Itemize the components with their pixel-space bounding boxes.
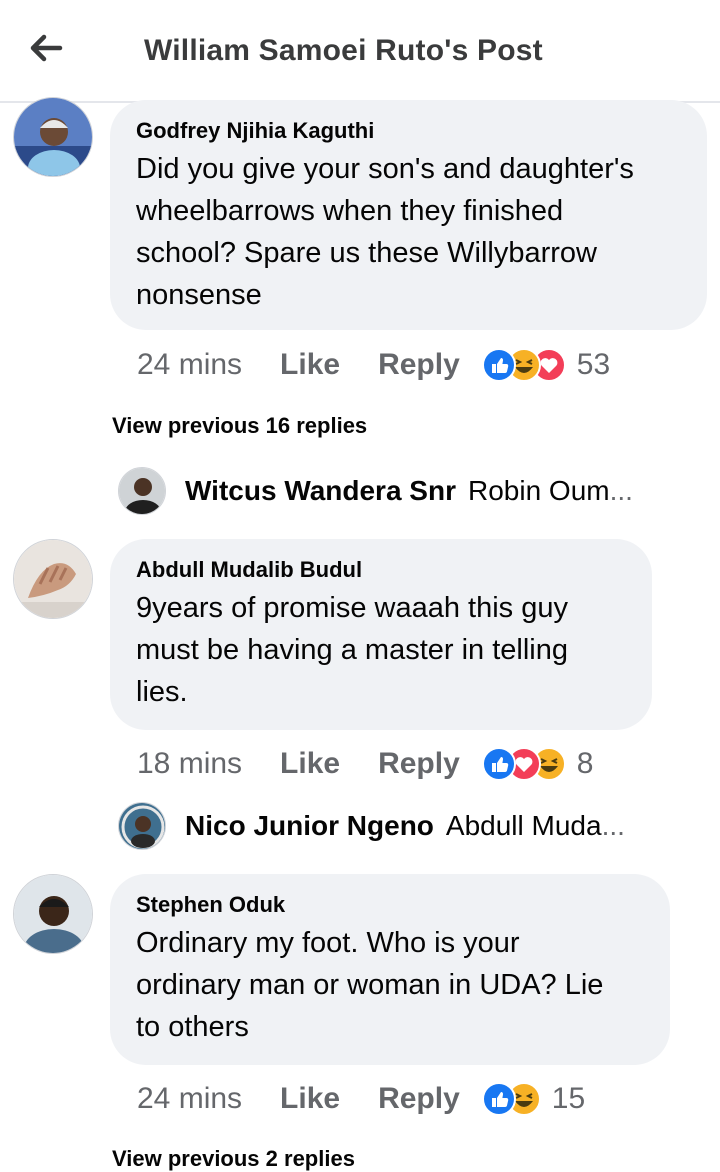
reply-preview[interactable]: Nico Junior Ngeno Abdull Muda ... [118,801,698,851]
comment-line: ordinary man or woman in UDA? Lie [136,969,604,1001]
comment-line: must be having a master in telling [136,634,568,666]
comment-author[interactable]: Godfrey Njihia Kaguthi [136,118,683,144]
page-title: William Samoei Ruto's Post [144,34,543,67]
comment-line: to others [136,1011,249,1043]
comment-timestamp: 24 mins [137,1082,243,1115]
comment-bubble: Stephen Oduk Ordinary my foot. Who is yo… [110,874,670,1065]
reply-button[interactable]: Reply [378,348,460,382]
comment-line: wheelbarrows when they finished [136,195,564,227]
reply-preview[interactable]: Witcus Wandera Snr Robin Oum ... [118,466,698,516]
comment-text: Did you give your son's and daughter's w… [136,148,683,316]
like-reaction-icon [481,747,516,781]
comment-bubble: Godfrey Njihia Kaguthi Did you give your… [110,100,707,330]
comment-bubble: Abdull Mudalib Budul 9years of promise w… [110,539,652,730]
reply-author[interactable]: Witcus Wandera Snr [185,475,456,507]
comment-line: lies. [136,676,188,708]
view-previous-replies[interactable]: View previous 16 replies [112,413,367,439]
ellipsis: ... [609,475,633,506]
reply-snippet: Robin Oum [467,475,610,506]
comment-timestamp: 24 mins [137,348,243,381]
avatar[interactable] [13,97,93,177]
like-button[interactable]: Like [280,348,340,382]
avatar [118,802,166,850]
reactions-summary[interactable] [481,747,566,781]
comment-line: Ordinary my foot. Who is your [136,927,520,959]
comment-text: Ordinary my foot. Who is your ordinary m… [136,922,646,1048]
comment-text: 9years of promise waaah this guy must be… [136,587,628,713]
like-reaction-icon [481,1082,516,1116]
like-button[interactable]: Like [280,1082,340,1116]
comment-actions: 18 mins Like Reply 8 [137,744,593,784]
reactions-summary[interactable] [481,348,566,382]
view-previous-replies[interactable]: View previous 2 replies [112,1146,355,1172]
reply-button[interactable]: Reply [378,747,460,781]
comment-actions: 24 mins Like Reply 53 [137,345,610,385]
like-button[interactable]: Like [280,747,340,781]
comment-line: Did you give your son's and daughter's [136,153,634,185]
reactions-summary[interactable] [481,1082,541,1116]
reply-snippet: Abdull Muda [445,810,602,841]
reaction-count[interactable]: 15 [552,1082,585,1116]
comment-line: school? Spare us these Willybarrow [136,237,597,269]
reply-author[interactable]: Nico Junior Ngeno [185,810,434,842]
comment-line: 9years of promise waaah this guy [136,592,568,624]
comment-author[interactable]: Abdull Mudalib Budul [136,557,628,583]
avatar[interactable] [13,874,93,954]
like-reaction-icon [481,348,516,382]
reaction-count[interactable]: 8 [577,747,594,781]
comment-line: nonsense [136,279,262,311]
post-header: William Samoei Ruto's Post [0,0,720,103]
reaction-count[interactable]: 53 [577,348,610,382]
comment-author[interactable]: Stephen Oduk [136,892,646,918]
ellipsis: ... [601,810,625,841]
avatar [118,467,166,515]
comment-timestamp: 18 mins [137,747,243,780]
comment-actions: 24 mins Like Reply 15 [137,1079,585,1119]
back-arrow-icon[interactable] [26,28,66,68]
avatar[interactable] [13,539,93,619]
reply-button[interactable]: Reply [378,1082,460,1116]
